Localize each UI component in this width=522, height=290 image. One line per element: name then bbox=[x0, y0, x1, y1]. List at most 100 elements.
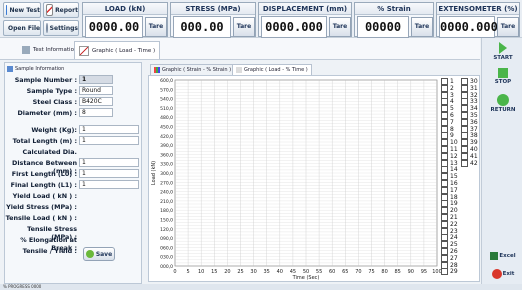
field-input[interactable]: 1 bbox=[79, 125, 139, 134]
series-checkbox[interactable]: 42 bbox=[461, 159, 478, 167]
x-tick-label: 30 bbox=[250, 269, 256, 275]
graph-tab-load[interactable]: Graphic ( Load - % Time ) bbox=[232, 64, 312, 75]
strain-value: 00000 bbox=[357, 16, 409, 38]
load-meter-title: LOAD (kN) bbox=[83, 3, 167, 15]
save-button[interactable]: Save bbox=[83, 247, 115, 261]
extensometer-value: 0000.000 bbox=[439, 16, 498, 38]
x-tick-label: 90 bbox=[408, 269, 414, 275]
field-label: Yield Load ( kN ) : bbox=[12, 192, 77, 200]
stress-tare-button[interactable]: Tare bbox=[233, 17, 255, 37]
stop-button[interactable]: STOP bbox=[485, 68, 521, 85]
field-label: Diameter (mm) : bbox=[17, 109, 77, 117]
field-input[interactable]: B420C bbox=[79, 97, 113, 106]
settings-icon bbox=[46, 23, 48, 33]
control-panel: START STOP RETURN Excel Exit bbox=[481, 38, 522, 290]
x-tick-label: 80 bbox=[381, 269, 387, 275]
graph-tab-strain[interactable]: Graphic ( Strain - % Strain ) bbox=[150, 64, 236, 75]
play-icon bbox=[499, 42, 507, 54]
checkbox-label: 29 bbox=[450, 268, 458, 276]
load-tare-button[interactable]: Tare bbox=[145, 17, 167, 37]
x-tick-label: 25 bbox=[237, 269, 243, 275]
stress-meter-title: STRESS (MPa) bbox=[171, 3, 255, 15]
y-tick-label: 030,0 bbox=[160, 255, 173, 261]
x-tick-label: 10 bbox=[198, 269, 204, 275]
report-button[interactable]: Report bbox=[43, 2, 79, 18]
y-tick-label: 570,0 bbox=[160, 87, 173, 93]
y-tick-label: 450,0 bbox=[160, 125, 173, 131]
y-axis-label: Load (kN) bbox=[151, 161, 157, 185]
top-toolbar: New Test Report Open File Settings LOAD … bbox=[0, 0, 522, 38]
extensometer-tare-button[interactable]: Tare bbox=[497, 17, 519, 37]
field-label: Calculated Dia. bbox=[22, 148, 77, 156]
bar-chart-icon bbox=[154, 67, 160, 73]
field-input[interactable]: 1 bbox=[79, 136, 139, 145]
x-tick-label: 0 bbox=[173, 269, 176, 275]
field-label: Sample Number : bbox=[14, 76, 77, 84]
y-tick-label: 150,0 bbox=[160, 218, 173, 224]
field-input[interactable]: 8 bbox=[79, 108, 113, 117]
y-tick-label: 120,0 bbox=[160, 227, 173, 233]
exit-icon bbox=[491, 269, 502, 279]
tab-sample-information[interactable]: Sample Information bbox=[7, 64, 64, 74]
y-tick-label: 180,0 bbox=[160, 208, 173, 214]
start-button[interactable]: START bbox=[485, 42, 521, 61]
tab-graphic[interactable]: Graphic ( Load - Time ) bbox=[74, 41, 161, 59]
y-tick-label: 300,0 bbox=[160, 171, 173, 177]
extensometer-meter: EXTENSOMETER (%) 0000.000 Tare bbox=[436, 2, 520, 38]
field-input[interactable]: 1 bbox=[79, 169, 139, 178]
field-label: Tensile / Yield : bbox=[22, 247, 77, 255]
y-tick-label: 510,0 bbox=[160, 106, 173, 112]
x-tick-label: 5 bbox=[187, 269, 190, 275]
settings-button[interactable]: Settings bbox=[43, 20, 79, 36]
exit-button[interactable]: Exit bbox=[485, 269, 521, 279]
graph-icon bbox=[236, 67, 242, 73]
field-input[interactable]: Round bbox=[79, 86, 113, 95]
y-tick-label: 540,0 bbox=[160, 97, 173, 103]
checkbox-box[interactable] bbox=[461, 159, 468, 167]
return-icon bbox=[497, 94, 509, 106]
sample-info-panel: Sample Information Sample Number :1 Sampl… bbox=[4, 62, 142, 284]
check-icon bbox=[85, 250, 94, 258]
load-meter: LOAD (kN) 0000.00 Tare bbox=[82, 2, 168, 38]
status-bar: % PROGRESS 0000 bbox=[0, 284, 522, 290]
x-tick-label: 75 bbox=[368, 269, 374, 275]
tab-test-information[interactable]: Test Information bbox=[18, 41, 81, 59]
displacement-tare-button[interactable]: Tare bbox=[329, 17, 351, 37]
series-checkbox-list: 1 2 3 4 5 6 7 8 9 10 11 12 13 14 15 16 17 18 19 20 21 22 23 24 2… bbox=[441, 78, 481, 278]
graph-panel: 0 5 10 15 20 25 30 35 40 45 50 55 60 65 70 75 80 85 90 95 10… bbox=[148, 75, 480, 282]
displacement-meter: DISPLACEMENT (mm) 0000.000 Tare bbox=[258, 2, 352, 38]
open-file-button[interactable]: Open File bbox=[3, 20, 41, 36]
y-tick-label: 480,0 bbox=[160, 115, 173, 121]
field-label: Tensile Load ( kN ) : bbox=[5, 214, 77, 222]
x-tick-label: 60 bbox=[329, 269, 335, 275]
y-tick-label: 210,0 bbox=[160, 199, 173, 205]
checkbox-box[interactable] bbox=[441, 268, 448, 276]
y-tick-label: 390,0 bbox=[160, 143, 173, 149]
series-checkbox[interactable]: 29 bbox=[441, 268, 458, 276]
field-label: Yield Stress (MPa) : bbox=[6, 203, 77, 211]
strain-meter: % Strain 00000 Tare bbox=[354, 2, 434, 38]
stop-icon bbox=[498, 68, 508, 78]
report-icon bbox=[46, 4, 54, 16]
y-tick-label: 270,0 bbox=[160, 180, 173, 186]
x-tick-label: 70 bbox=[355, 269, 361, 275]
strain-meter-title: % Strain bbox=[355, 3, 433, 15]
field-input[interactable]: 1 bbox=[79, 180, 139, 189]
x-tick-label: 95 bbox=[421, 269, 427, 275]
excel-button[interactable]: Excel bbox=[485, 252, 521, 260]
field-label: Sample Type : bbox=[26, 87, 77, 95]
displacement-meter-title: DISPLACEMENT (mm) bbox=[259, 3, 351, 15]
field-input[interactable]: 1 bbox=[79, 158, 139, 167]
field-label: Total Length (m) : bbox=[12, 137, 77, 145]
strain-tare-button[interactable]: Tare bbox=[411, 17, 433, 37]
new-test-button[interactable]: New Test bbox=[3, 2, 41, 18]
y-tick-label: 090,0 bbox=[160, 236, 173, 242]
load-value: 0000.00 bbox=[85, 16, 143, 38]
extensometer-meter-title: EXTENSOMETER (%) bbox=[437, 3, 519, 15]
y-tick-label: 420,0 bbox=[160, 134, 173, 140]
field-input[interactable]: 1 bbox=[79, 75, 113, 84]
field-label: Final Length (L1) : bbox=[10, 181, 77, 189]
field-label: Steel Class : bbox=[32, 98, 77, 106]
x-tick-label: 20 bbox=[224, 269, 230, 275]
return-button[interactable]: RETURN bbox=[485, 94, 521, 113]
